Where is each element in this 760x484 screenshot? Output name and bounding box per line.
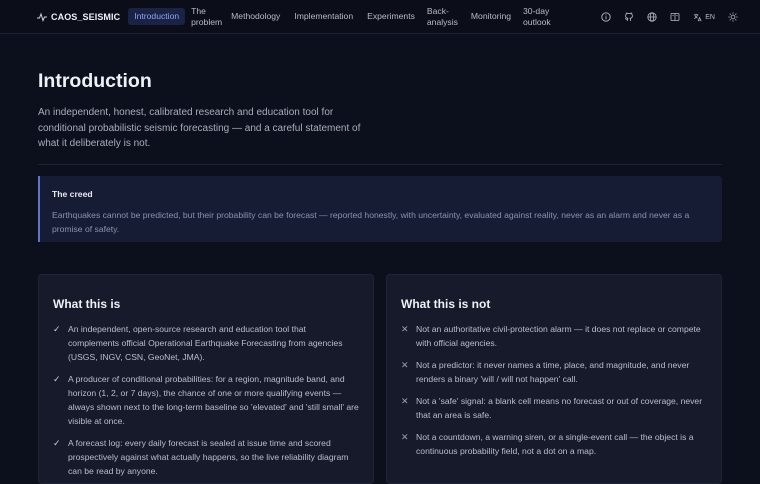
- page-title: Introduction: [38, 70, 152, 92]
- language-label: EN: [705, 13, 715, 21]
- creed-callout: The creed Earthquakes cannot be predicte…: [38, 176, 722, 242]
- nav-introduction[interactable]: Introduction: [128, 8, 186, 25]
- info-icon[interactable]: [601, 12, 611, 22]
- list-item-text: A producer of conditional probabilities:…: [68, 374, 359, 426]
- pulse-icon: [37, 11, 47, 22]
- sun-icon[interactable]: [728, 12, 738, 22]
- github-icon[interactable]: [624, 12, 634, 22]
- cross-icon: ✕: [401, 432, 409, 442]
- list-item-text: Not an authoritative civil-protection al…: [416, 324, 701, 348]
- what-this-is-not-card: What this is not ✕ Not an authoritative …: [386, 274, 722, 484]
- nav-methodology[interactable]: Methodology: [225, 8, 286, 25]
- list-item: ✓ An independent, open-source research a…: [53, 322, 359, 364]
- creed-text: Earthquakes cannot be predicted, but the…: [52, 210, 690, 234]
- nav-experiments[interactable]: Experiments: [361, 8, 421, 25]
- check-icon: ✓: [53, 374, 61, 384]
- list-item-text: Not a 'safe' signal: a blank cell means …: [416, 396, 703, 420]
- main-nav: Introduction The problem Methodology Imp…: [128, 0, 561, 34]
- list-item-text: An independent, open-source research and…: [68, 324, 343, 362]
- list-item: ✕ Not an authoritative civil-protection …: [401, 322, 707, 350]
- list-item: ✕ Not a countdown, a warning siren, or a…: [401, 430, 707, 458]
- cross-icon: ✕: [401, 360, 409, 370]
- what-this-is-title: What this is: [53, 297, 121, 311]
- check-icon: ✓: [53, 438, 61, 448]
- list-item-text: A forecast log: every daily forecast is …: [68, 438, 349, 476]
- creed-title: The creed: [52, 189, 93, 199]
- list-item: ✓ A forecast log: every daily forecast i…: [53, 436, 359, 478]
- list-item-text: Not a countdown, a warning siren, or a s…: [416, 432, 694, 456]
- cross-icon: ✕: [401, 396, 409, 406]
- intro-paragraph: An independent, honest, calibrated resea…: [38, 107, 361, 149]
- brand-name: CAOS_SEISMIC: [51, 11, 121, 22]
- brand-logo[interactable]: CAOS_SEISMIC: [37, 0, 120, 34]
- nav-implementation[interactable]: Implementation: [288, 8, 359, 25]
- globe-icon[interactable]: [647, 12, 657, 22]
- nav-monitoring[interactable]: Monitoring: [465, 8, 517, 25]
- list-item: ✕ Not a predictor: it never names a time…: [401, 358, 707, 386]
- list-item-text: Not a predictor: it never names a time, …: [416, 360, 690, 384]
- language-selector[interactable]: EN: [693, 13, 715, 22]
- list-item: ✓ A producer of conditional probabilitie…: [53, 372, 359, 428]
- book-icon[interactable]: [670, 12, 680, 22]
- top-nav-bar: CAOS_SEISMIC Introduction The problem Me…: [0, 0, 760, 34]
- nav-30-day-outlook[interactable]: 30-day outlook: [519, 6, 559, 28]
- header-tools: EN: [588, 0, 738, 34]
- what-this-is-not-title: What this is not: [401, 297, 491, 311]
- list-item: ✕ Not a 'safe' signal: a blank cell mean…: [401, 394, 707, 422]
- nav-the-problem[interactable]: The problem: [187, 6, 223, 28]
- what-this-is-card: What this is ✓ An independent, open-sour…: [38, 274, 374, 484]
- translate-icon: [694, 13, 702, 21]
- section-divider: [38, 164, 722, 165]
- nav-back-analysis[interactable]: Back-analysis: [423, 6, 463, 28]
- check-icon: ✓: [53, 324, 61, 334]
- cross-icon: ✕: [401, 324, 409, 334]
